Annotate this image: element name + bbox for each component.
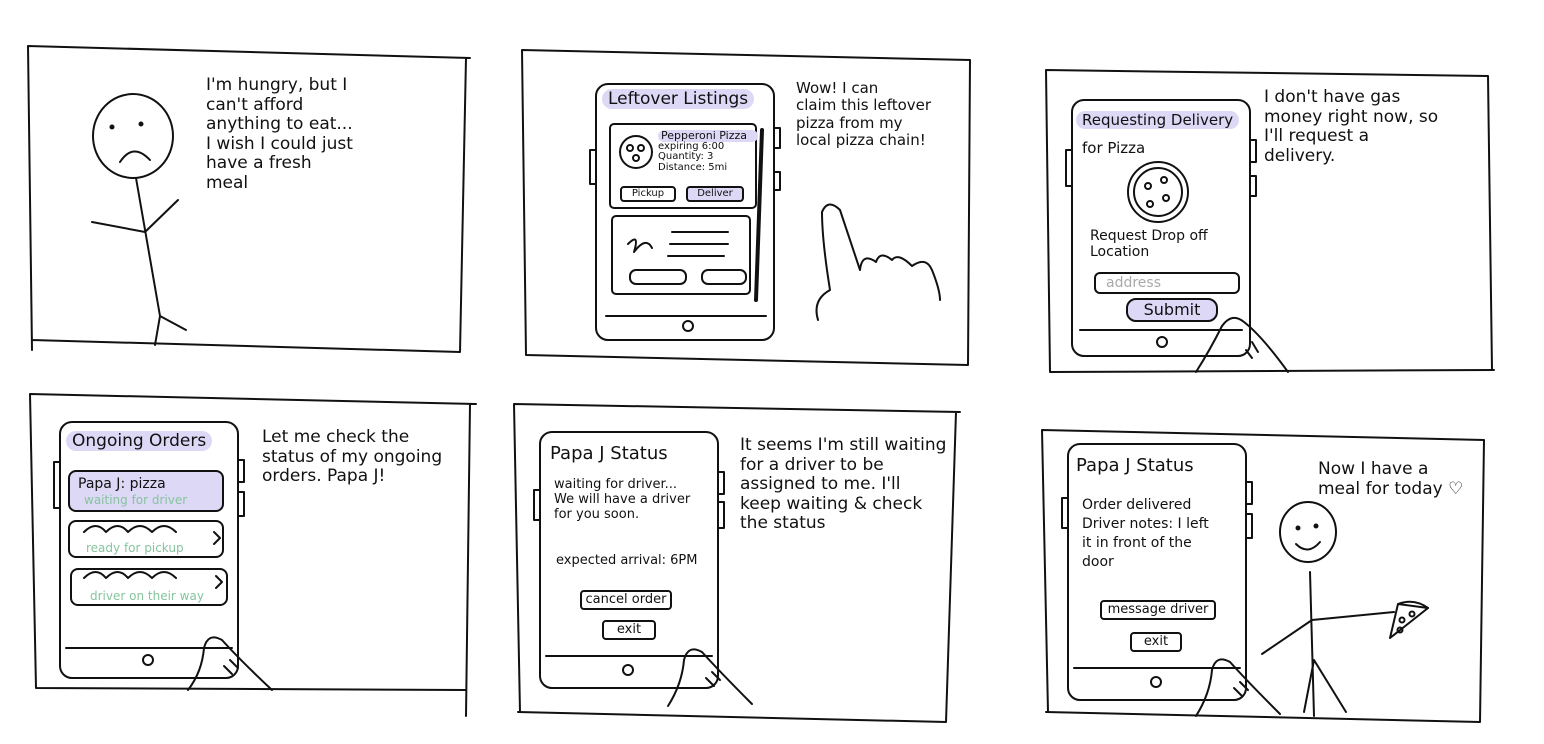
listing-name: Pepperoni Pizza bbox=[658, 130, 758, 142]
order-name: Papa J: pizza bbox=[78, 476, 166, 492]
screen-title-papa-j-status: Papa J Status bbox=[1076, 455, 1194, 476]
screen-title-requesting-delivery: Requesting Delivery bbox=[1076, 111, 1240, 129]
happy-stick-figure bbox=[1261, 501, 1395, 717]
screen-title-leftover-listings: Leftover Listings bbox=[602, 89, 755, 110]
panel-3-caption: I don't have gas money right now, so I'l… bbox=[1264, 87, 1439, 166]
exit-button[interactable]: exit bbox=[602, 620, 656, 640]
order-card-2[interactable]: ready for pickup bbox=[68, 520, 224, 558]
cancel-order-button[interactable]: cancel order bbox=[580, 590, 672, 610]
deliver-button[interactable]: Deliver bbox=[686, 186, 744, 202]
pickup-button[interactable]: Pickup bbox=[620, 186, 676, 202]
order-card-papa-j[interactable]: Papa J: pizza waiting for driver bbox=[68, 470, 224, 512]
address-input[interactable]: address bbox=[1094, 272, 1240, 294]
order-status: ready for pickup bbox=[86, 541, 184, 555]
screen-subtitle: for Pizza bbox=[1082, 139, 1146, 157]
hand-3 bbox=[667, 648, 753, 707]
drop-off-label: Request Drop off Location bbox=[1090, 228, 1208, 261]
hand-1 bbox=[1195, 316, 1289, 373]
pointing-hand-1 bbox=[815, 203, 941, 321]
panel-4-caption: Let me check the status of my ongoing or… bbox=[262, 427, 443, 487]
phone-frame-5 bbox=[1061, 443, 1253, 701]
panel-5-caption: It seems I'm still waiting for a driver … bbox=[740, 435, 947, 534]
order-card-3[interactable]: driver on their way bbox=[70, 568, 228, 606]
submit-button[interactable]: Submit bbox=[1126, 298, 1218, 322]
phone-frame-1 bbox=[589, 83, 781, 341]
exit-button[interactable]: exit bbox=[1130, 632, 1182, 652]
listing-distance: Distance: 5mi bbox=[658, 161, 728, 173]
screen-title-ongoing-orders: Ongoing Orders bbox=[66, 431, 213, 452]
pizza-slice-icon bbox=[1389, 600, 1429, 639]
screen-title-papa-j-status: Papa J Status bbox=[550, 443, 668, 464]
panel-6-caption: Now I have a meal for today ♡ bbox=[1318, 459, 1464, 499]
expected-arrival: expected arrival: 6PM bbox=[556, 553, 698, 568]
order-status: driver on their way bbox=[90, 589, 204, 603]
order-status: waiting for driver bbox=[84, 493, 188, 507]
message-driver-button[interactable]: message driver bbox=[1100, 600, 1216, 620]
panel-2-caption: Wow! I can claim this leftover pizza fro… bbox=[796, 79, 932, 149]
hand-2 bbox=[187, 636, 273, 691]
panel-1-caption: I'm hungry, but I can't afford anything … bbox=[206, 75, 353, 193]
delivery-message: Order delivered Driver notes: I left it … bbox=[1082, 497, 1209, 570]
status-message: waiting for driver... We will have a dri… bbox=[554, 477, 691, 522]
sad-stick-figure bbox=[91, 93, 187, 346]
listing-details[interactable]: Pepperoni Pizza expiring 6:00 Quantity: … bbox=[658, 130, 758, 173]
listing-quantity: Quantity: 3 bbox=[658, 151, 714, 163]
